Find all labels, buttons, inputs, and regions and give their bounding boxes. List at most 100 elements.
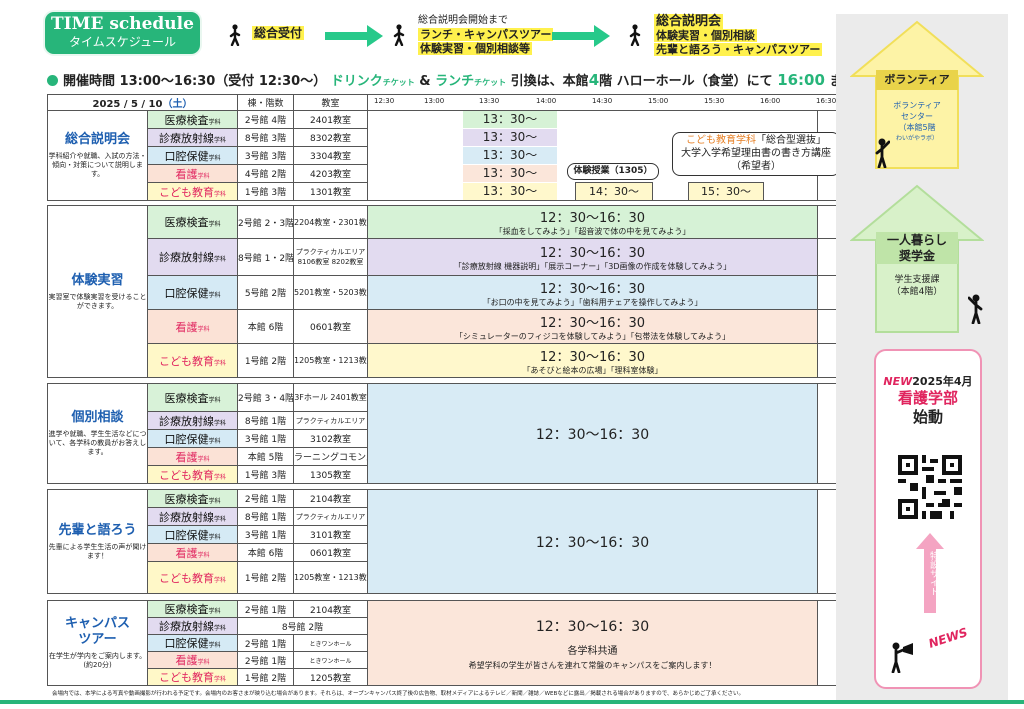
building-cell: 4号館 2階 — [237, 164, 294, 183]
building-cell: 3号館 3階 — [237, 146, 294, 165]
overview-slot-nursing: 13：30〜 — [463, 165, 557, 182]
building-cell: 1号館 3階 — [237, 465, 294, 484]
tour-slot: 12：30〜16：30 各学科共通 希望学科の学生が皆さんを連れて常盤のキャンパスを… — [367, 600, 818, 686]
news-label: NEWS — [926, 625, 970, 651]
dept-child-education: こども教育学科 — [147, 561, 238, 594]
walking-person-icon — [393, 24, 405, 46]
tail-cell — [817, 383, 838, 484]
overview-slot-medical: 13：30〜 — [463, 111, 557, 128]
megaphone-person-icon — [891, 642, 913, 673]
dept-radiology: 診療放射線学科 — [147, 411, 238, 430]
section-desc: 実習室で体験実習を受けることができます。 — [48, 292, 147, 310]
up-arrow-yellow-icon — [850, 20, 984, 169]
time-tick: 16:00 — [760, 97, 781, 105]
section-desc: 学科紹介や就職、入試の方法・傾向・対策について説明します。 — [48, 152, 147, 178]
overview-slot-child: 13：30〜 — [463, 183, 557, 200]
support-line1: 学生支援課 — [894, 275, 940, 285]
section-talk-with-seniors: 先輩と語ろう 先輩による学生生活の声が聞けます！ 医療検査学科 2号館 1階 21… — [47, 489, 838, 594]
room-cell: 2401教室 — [293, 110, 368, 129]
flow-step1: 総合受付 — [252, 26, 305, 40]
section-campus-tour: キャンパスツアー 在学生が学内をご案内します。(約20分) 医療検査学科 2号館 … — [47, 600, 838, 686]
time-tick: 14:30 — [592, 97, 613, 105]
dept-nursing: 看護学科 — [147, 543, 238, 562]
building-cell: 1号館 2階 — [237, 343, 294, 378]
side-panel: ボランティア ボランティア センター （本館5階 わいがやラボ） 一人暮らし 奨… — [836, 14, 1008, 700]
section-title-cell: 個別相談進学や就職、学生生活などについて、各学科の教員がお答えします。 — [47, 383, 148, 484]
room-cell: 2104教室 — [293, 600, 368, 618]
time-tick: 15:30 — [704, 97, 725, 105]
info-line: 開催時間 13:00〜16:30（受付 12:30〜） ドリンクチケット & ラ… — [47, 70, 855, 90]
volunteer-line3: （本館5階 — [898, 123, 936, 132]
nursing-news-card[interactable]: NEW2025年4月 看護学部 始動 特設サイト NEWS — [874, 349, 982, 689]
special-site-link[interactable]: 特設サイト — [922, 551, 938, 596]
room-cell: 1205教室・1213教室 — [293, 343, 368, 378]
room-cell: 1205教室 — [293, 668, 368, 686]
schedule-table: 2025 / 5 / 10（土） 棟・階数 教室 12:30 13:00 13:… — [47, 94, 839, 111]
building-cell: 本館 5階 — [237, 447, 294, 466]
room-cell: 8302教室 — [293, 128, 368, 147]
until-time: 16:00 — [777, 71, 825, 89]
section-hands-on: 体験実習 実習室で体験実習を受けることができます。 医療検査学科 2号館 2・3階… — [47, 205, 838, 378]
tail-cell — [817, 238, 838, 276]
time-tick: 14:00 — [536, 97, 557, 105]
dept-medical: 医療検査学科 — [147, 600, 238, 618]
time-tick: 15:00 — [648, 97, 669, 105]
dept-oral-health: 口腔保健学科 — [147, 146, 238, 165]
time-axis: 12:30 13:00 13:30 14:00 14:30 15:00 15:3… — [366, 94, 839, 111]
building-cell: 5号館 2階 — [237, 275, 294, 310]
room-cell: 2104教室 — [293, 489, 368, 508]
flow-step2-title: 総合説明会開始まで — [418, 15, 508, 26]
building-cell: 1号館 3階 — [237, 182, 294, 201]
room-cell: 5201教室・5203教室 — [293, 275, 368, 310]
event-day: （土） — [162, 99, 193, 110]
lunch-label: ランチ — [435, 74, 475, 89]
building-cell: 2号館 2・3階 — [237, 205, 294, 239]
building-cell: 8号館 1階 — [237, 411, 294, 430]
room-cell: プラクティカルエリア — [293, 411, 368, 430]
room-cell: プラクティカルエリア 8106教室 8202教室 — [293, 238, 368, 276]
tail-cell — [817, 489, 838, 594]
volunteer-arrow: ボランティア ボランティア センター （本館5階 わいがやラボ） — [850, 20, 984, 170]
news-line2: 始動 — [912, 408, 943, 426]
floor-text: 階 ハローホール（食堂）にて — [599, 74, 773, 89]
hands-on-slot-radiology: 12：30〜16：30 「診療放射線 機器説明」「展示コーナー」「3D画像の作成を… — [367, 238, 818, 276]
dept-radiology: 診療放射線学科 — [147, 617, 238, 635]
building-cell: 2号館 1階 — [237, 651, 294, 669]
trial-class-bubble: 体験授業（1305） — [567, 163, 659, 180]
table-header: 2025 / 5 / 10（土） 棟・階数 教室 12:30 13:00 13:… — [47, 94, 839, 111]
qr-code-icon[interactable] — [898, 455, 962, 519]
building-cell: 本館 6階 — [237, 309, 294, 344]
room-cell: 4203教室 — [293, 164, 368, 183]
talk-slot: 12：30〜16：30 — [367, 489, 818, 594]
footer-note: 会場内では、本学による写真や動画撮影が行われる予定です。会場内のお客さまが映り込… — [52, 691, 745, 697]
tail-cell — [817, 309, 838, 344]
room-header: 教室 — [293, 94, 368, 111]
tail-cell — [817, 275, 838, 310]
building-cell: 8号館 3階 — [237, 128, 294, 147]
bubble-dept: こども教育学科 — [686, 135, 756, 146]
section-desc: 進学や就職、学生生活などについて、各学科の教員がお答えします。 — [48, 430, 147, 456]
tail-cell — [817, 600, 838, 686]
building-cell: 2号館 1階 — [237, 489, 294, 508]
section-desc: 在学生が学内をご案内します。(約20分) — [48, 652, 147, 669]
dept-nursing: 看護学科 — [147, 309, 238, 344]
new-badge: NEW — [883, 375, 913, 388]
volunteer-line1: ボランティア — [893, 101, 941, 110]
dept-radiology: 診療放射線学科 — [147, 507, 238, 526]
section-consultation: 個別相談 進学や就職、学生生活などについて、各学科の教員がお答えします。 医療検査… — [47, 383, 838, 484]
walking-person-icon — [229, 24, 241, 46]
building-cell: 2号館 4階 — [237, 110, 294, 129]
time-tick: 16:30 — [816, 97, 837, 105]
section-title: 総合説明会 — [64, 132, 130, 147]
room-cell: 3101教室 — [293, 525, 368, 544]
bubble-line1: 「総合型選抜」 — [756, 135, 826, 146]
flow-step3-title: 総合説明会 — [654, 14, 724, 29]
room-cell: ときワンホール — [293, 634, 368, 652]
support-line2: （本館4階） — [891, 287, 943, 297]
flow-step2-line1: ランチ・キャンパスツアー — [418, 28, 554, 41]
bubble-line3: （希望者） — [731, 161, 781, 172]
section-title: 個別相談 — [71, 410, 124, 425]
building-cell: 1号館 2階 — [237, 561, 294, 594]
building-cell: 8号館 1・2階 — [237, 238, 294, 276]
room-cell: 1305教室 — [293, 465, 368, 484]
